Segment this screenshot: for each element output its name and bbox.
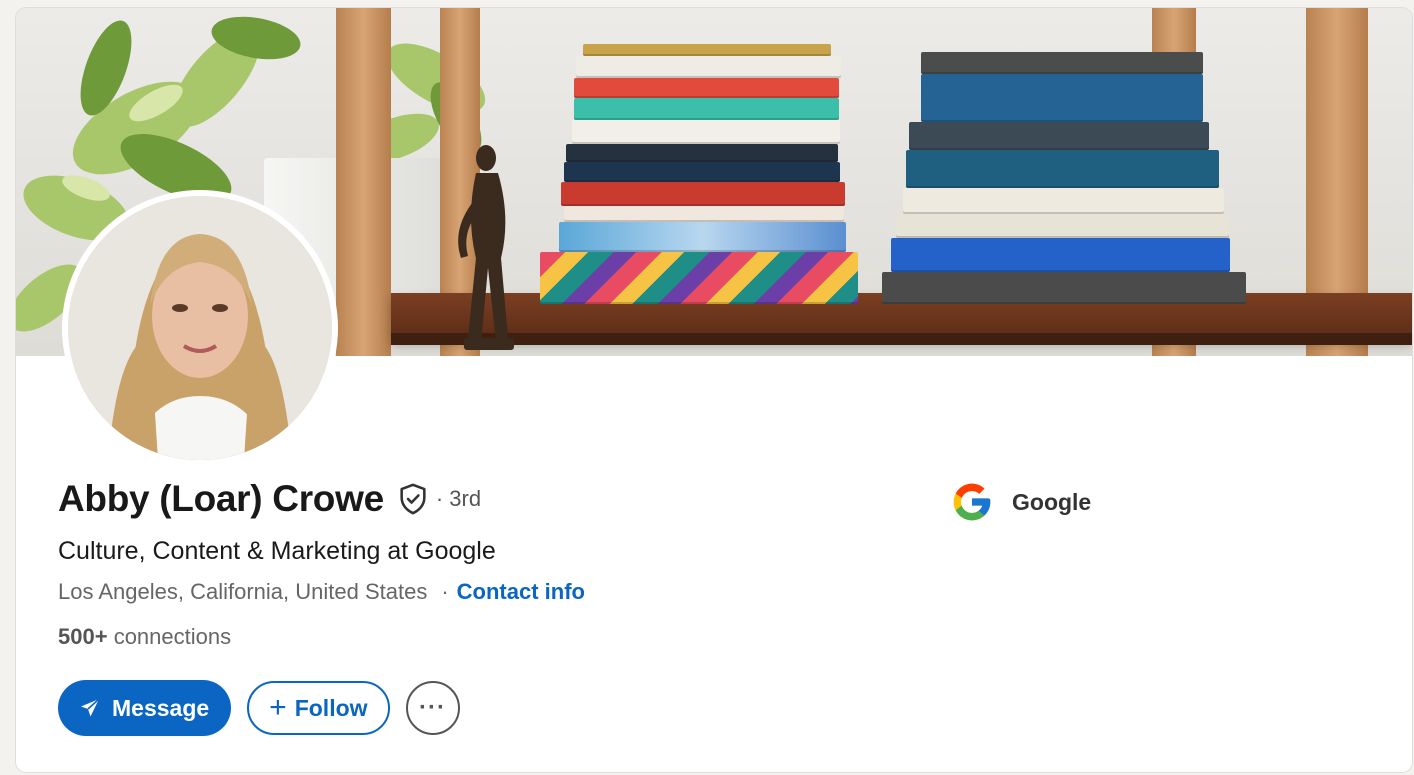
company-name: Google	[1012, 488, 1092, 515]
location-row: Los Angeles, California, United States ·…	[58, 579, 585, 605]
follow-button[interactable]: + Follow	[247, 681, 390, 735]
google-logo-icon	[953, 483, 991, 521]
avatar	[68, 196, 332, 460]
message-button-label: Message	[112, 694, 210, 721]
connections-label: connections	[113, 624, 232, 649]
more-actions-button[interactable]: ···	[405, 681, 460, 735]
shelf-post	[336, 8, 391, 356]
contact-info-link[interactable]: Contact info	[457, 579, 585, 605]
shield-check-icon[interactable]	[396, 482, 430, 516]
name-row: Abby (Loar) Crowe · 3rd	[58, 478, 481, 520]
message-button[interactable]: Message	[58, 680, 232, 736]
separator-dot: ·	[441, 579, 449, 604]
statue-figure	[458, 145, 514, 350]
profile-photo[interactable]	[62, 190, 338, 466]
profile-location: Los Angeles, California, United States	[58, 579, 428, 604]
paper-plane-icon	[81, 698, 100, 717]
profile-actions: Message + Follow ···	[58, 680, 460, 736]
connection-degree: · 3rd	[435, 486, 482, 511]
connections-count[interactable]: 500+ connections	[58, 624, 231, 650]
profile-card: Abby (Loar) Crowe · 3rd Culture, Content…	[16, 8, 1412, 772]
follow-button-label: Follow	[294, 694, 368, 721]
connections-number: 500+	[58, 624, 108, 649]
current-company[interactable]: Google	[950, 480, 1091, 524]
profile-headline: Culture, Content & Marketing at Google	[58, 537, 496, 565]
profile-name: Abby (Loar) Crowe	[58, 478, 384, 519]
plus-icon: +	[269, 691, 287, 724]
